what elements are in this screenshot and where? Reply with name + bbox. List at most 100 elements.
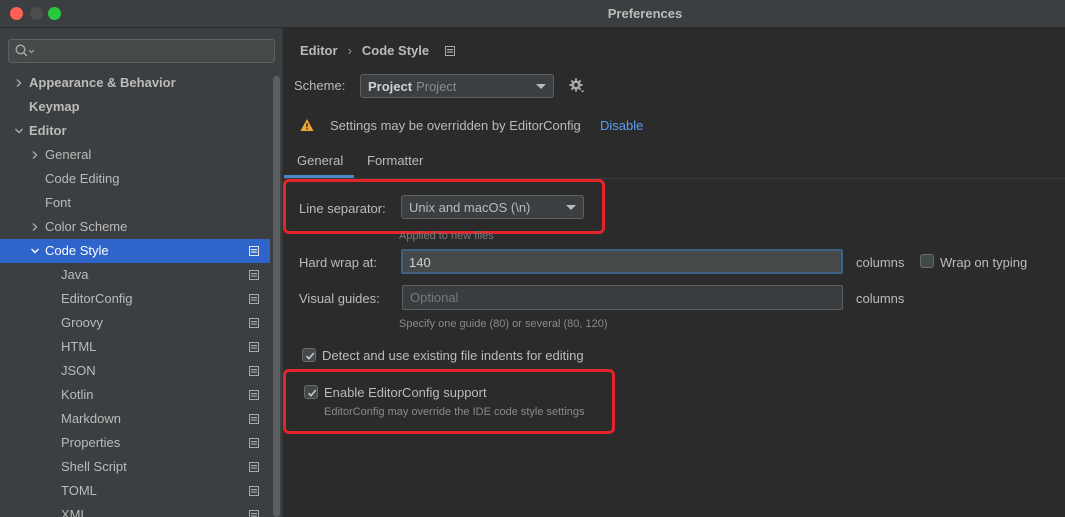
line-separator-value: Unix and macOS (\n) xyxy=(409,200,531,215)
settings-content: Editor › Code Style Scheme: Project Project xyxy=(283,28,1065,517)
editorconfig-support-hint: EditorConfig may override the IDE code s… xyxy=(324,406,585,418)
editorconfig-warning-text: Settings may be overridden by EditorConf… xyxy=(330,118,581,133)
checkmark-icon xyxy=(307,389,317,397)
project-page-icon xyxy=(249,390,259,400)
sidebar-item-label: General xyxy=(45,147,92,162)
highlight-box-editorconfig xyxy=(283,369,615,434)
sidebar-item-label: Shell Script xyxy=(61,459,127,474)
project-page-icon xyxy=(249,366,259,376)
editorconfig-support-checkbox[interactable] xyxy=(304,385,318,399)
breadcrumb-separator-icon: › xyxy=(347,43,352,58)
sidebar-item-json[interactable]: JSON xyxy=(0,359,270,383)
sidebar-item-toml[interactable]: TOML xyxy=(0,479,270,503)
sidebar-item-code-editing[interactable]: Code Editing xyxy=(0,167,270,191)
sidebar-item-label: TOML xyxy=(61,483,97,498)
warning-icon xyxy=(300,119,314,131)
scheme-value: Project xyxy=(368,79,413,94)
project-page-icon xyxy=(249,342,259,352)
window-title: Preferences xyxy=(607,6,683,21)
sidebar-item-label: Font xyxy=(45,195,72,210)
sidebar-item-label: Appearance & Behavior xyxy=(29,75,176,90)
wrap-on-typing-label[interactable]: Wrap on typing xyxy=(940,255,1027,270)
line-separator-dropdown[interactable]: Unix and macOS (\n) xyxy=(401,195,584,219)
sidebar-item-label: Properties xyxy=(61,435,121,450)
project-page-icon xyxy=(249,318,259,328)
hard-wrap-label: Hard wrap at: xyxy=(299,255,378,270)
sidebar-item-label: JSON xyxy=(61,363,96,378)
editorconfig-support-label[interactable]: Enable EditorConfig support xyxy=(324,385,487,400)
project-page-icon xyxy=(249,510,259,517)
chevron-right-icon[interactable] xyxy=(14,71,26,95)
visual-guides-hint: Specify one guide (80) or several (80, 1… xyxy=(399,318,608,330)
chevron-down-icon[interactable] xyxy=(14,119,26,143)
settings-search-input[interactable] xyxy=(8,39,275,63)
sidebar-item-html[interactable]: HTML xyxy=(0,335,270,359)
sidebar-item-markdown[interactable]: Markdown xyxy=(0,407,270,431)
project-page-icon xyxy=(249,486,259,496)
project-page-icon xyxy=(249,414,259,424)
sidebar-item-label: Color Scheme xyxy=(45,219,128,234)
project-page-icon xyxy=(249,246,259,256)
scheme-value-sub: Project xyxy=(416,79,457,94)
sidebar-scrollbar[interactable] xyxy=(273,76,280,517)
sidebar-item-label: HTML xyxy=(61,339,97,354)
scheme-dropdown[interactable]: Project Project xyxy=(360,74,554,98)
wrap-on-typing-checkbox[interactable] xyxy=(920,254,934,268)
sidebar-item-groovy[interactable]: Groovy xyxy=(0,311,270,335)
project-page-icon xyxy=(249,294,259,304)
sidebar-item-label: Code Editing xyxy=(45,171,120,186)
chevron-down-icon[interactable] xyxy=(30,239,42,263)
detect-indents-checkbox[interactable] xyxy=(302,348,316,362)
hard-wrap-value: 140 xyxy=(409,255,431,270)
project-page-icon xyxy=(249,438,259,448)
scheme-label: Scheme: xyxy=(294,78,346,93)
gear-icon[interactable] xyxy=(569,78,585,94)
sidebar-item-code-style[interactable]: Code Style xyxy=(0,239,270,263)
sidebar-item-shell-script[interactable]: Shell Script xyxy=(0,455,270,479)
title-bar: Preferences xyxy=(0,0,1065,28)
sidebar-item-keymap[interactable]: Keymap xyxy=(0,95,270,119)
tab-general[interactable]: General xyxy=(297,153,343,177)
chevron-right-icon[interactable] xyxy=(30,143,42,167)
breadcrumb-code-style: Code Style xyxy=(361,43,430,58)
sidebar-item-font[interactable]: Font xyxy=(0,191,270,215)
visual-guides-placeholder: Optional xyxy=(410,290,459,305)
line-separator-label: Line separator: xyxy=(299,201,386,216)
sidebar-item-editorconfig[interactable]: EditorConfig xyxy=(0,287,270,311)
sidebar-item-label: Editor xyxy=(29,123,67,138)
detect-indents-label[interactable]: Detect and use existing file indents for… xyxy=(322,348,584,363)
sidebar-item-label: Kotlin xyxy=(61,387,94,402)
breadcrumb-editor[interactable]: Editor xyxy=(300,43,338,58)
sidebar-item-properties[interactable]: Properties xyxy=(0,431,270,455)
visual-guides-unit: columns xyxy=(856,291,905,306)
search-icon xyxy=(15,44,35,57)
settings-sidebar: Appearance & Behavior Keymap Editor General… xyxy=(0,28,283,517)
sidebar-item-editor[interactable]: Editor xyxy=(0,119,270,143)
disable-editorconfig-link[interactable]: Disable xyxy=(600,118,643,133)
sidebar-item-java[interactable]: Java xyxy=(0,263,270,287)
sidebar-item-color-scheme[interactable]: Color Scheme xyxy=(0,215,270,239)
visual-guides-field[interactable]: Optional xyxy=(402,285,843,310)
hard-wrap-field[interactable]: 140 xyxy=(401,249,843,274)
sidebar-item-label: Keymap xyxy=(29,99,80,114)
visual-guides-label: Visual guides: xyxy=(299,291,380,306)
checkmark-icon xyxy=(305,352,315,360)
sidebar-item-label: Java xyxy=(61,267,89,282)
settings-tree: Appearance & Behavior Keymap Editor General… xyxy=(0,71,270,517)
hard-wrap-unit: columns xyxy=(856,255,905,270)
sidebar-item-xml[interactable]: XML xyxy=(0,503,270,517)
sidebar-item-label: Groovy xyxy=(61,315,103,330)
sidebar-item-appearance-behavior[interactable]: Appearance & Behavior xyxy=(0,71,270,95)
sidebar-item-label: Code Style xyxy=(45,243,109,258)
breadcrumb: Editor › Code Style xyxy=(300,43,455,58)
project-page-icon xyxy=(249,462,259,472)
project-page-icon xyxy=(249,270,259,280)
tab-formatter[interactable]: Formatter xyxy=(367,153,423,177)
chevron-down-icon xyxy=(566,205,576,210)
chevron-right-icon[interactable] xyxy=(30,215,42,239)
sidebar-item-label: XML xyxy=(61,507,88,517)
chevron-down-icon xyxy=(536,84,546,89)
project-page-icon xyxy=(444,46,455,56)
sidebar-item-general[interactable]: General xyxy=(0,143,270,167)
sidebar-item-kotlin[interactable]: Kotlin xyxy=(0,383,270,407)
